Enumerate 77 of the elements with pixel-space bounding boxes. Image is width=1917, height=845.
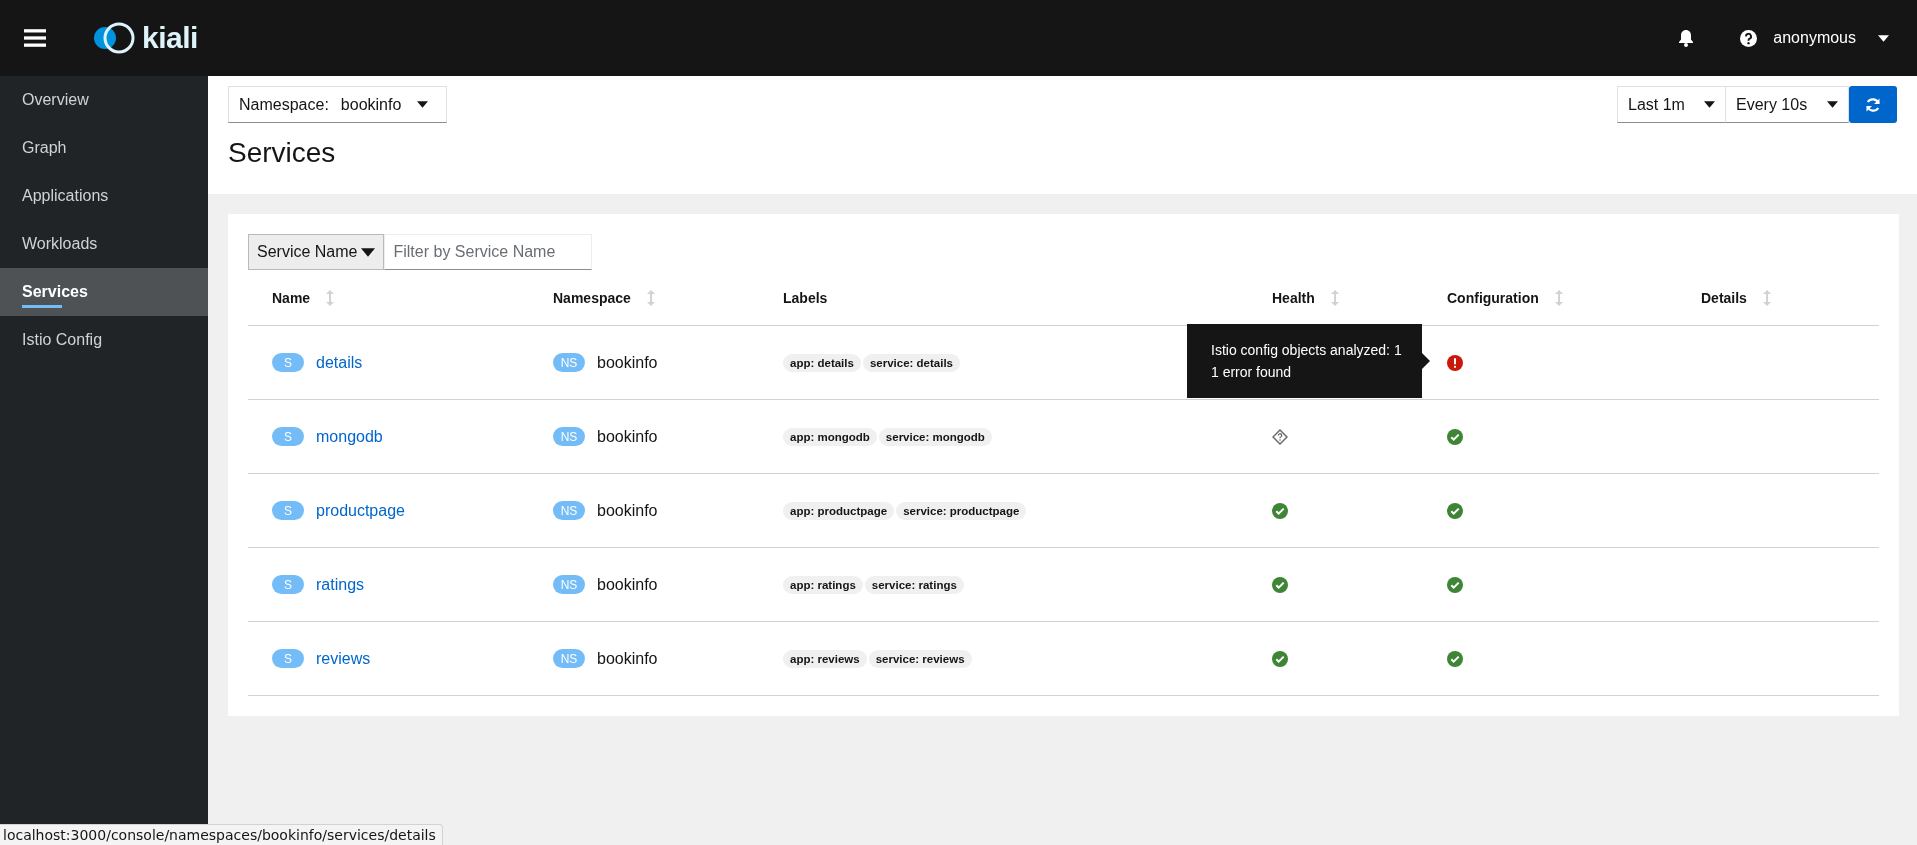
caret-icon <box>1704 101 1715 108</box>
refresh-interval-dropdown[interactable]: Every 10s <box>1726 86 1849 123</box>
sort-icon[interactable] <box>1554 289 1563 306</box>
error-icon <box>1447 354 1463 371</box>
check-icon <box>1272 576 1288 593</box>
sort-icon[interactable] <box>326 289 335 306</box>
label-chip: service: mongodb <box>878 427 992 446</box>
namespace-text: bookinfo <box>597 427 658 446</box>
column-header[interactable]: Labels <box>783 289 828 306</box>
label-chip: app: reviews <box>783 649 867 668</box>
service-link[interactable]: details <box>316 353 363 372</box>
namespace-text: bookinfo <box>597 649 658 668</box>
label-chip: app: details <box>783 353 861 372</box>
service-badge: S <box>272 427 304 446</box>
namespace-dropdown[interactable]: Namespace: bookinfo <box>228 86 447 123</box>
caret-icon <box>361 247 376 257</box>
service-badge: S <box>272 575 304 594</box>
check-icon <box>1447 428 1463 445</box>
service-badge: S <box>272 353 304 372</box>
page-title: Services <box>228 137 337 169</box>
status-url: localhost:3000/console/namespaces/bookinfo/services/details <box>0 824 443 845</box>
nav-item[interactable]: Overview <box>0 76 208 124</box>
nav-item[interactable]: Services <box>0 268 208 316</box>
namespace-text: bookinfo <box>597 353 658 372</box>
check-icon <box>1272 650 1288 667</box>
check-icon <box>1447 502 1463 519</box>
nav-item[interactable]: Istio Config <box>0 316 208 364</box>
help-icon[interactable] <box>1740 29 1758 47</box>
service-link[interactable]: reviews <box>316 649 371 668</box>
time-range-dropdown[interactable]: Last 1m <box>1617 86 1726 123</box>
namespace-text: bookinfo <box>597 575 658 594</box>
filter-type-dropdown[interactable]: Service Name <box>248 234 385 270</box>
namespace-badge: NS <box>553 649 585 668</box>
bell-icon[interactable] <box>1678 29 1695 47</box>
namespace-badge: NS <box>553 353 585 372</box>
tooltip-text: 1 error found <box>1211 364 1293 380</box>
nav-item[interactable]: Applications <box>0 172 208 220</box>
menu-icon[interactable] <box>24 29 46 47</box>
filter-input[interactable]: Filter by Service Name <box>384 234 593 270</box>
namespace-badge: NS <box>553 427 585 446</box>
label-chip: app: mongodb <box>783 427 877 446</box>
service-link[interactable]: productpage <box>316 501 405 520</box>
label-chip: service: productpage <box>896 501 1027 520</box>
caret-icon <box>1878 34 1889 42</box>
unknown-icon <box>1272 428 1288 445</box>
caret-icon <box>417 101 428 108</box>
user-menu[interactable]: anonymous <box>1773 29 1889 47</box>
label-chip: service: reviews <box>868 649 972 668</box>
column-header[interactable]: Name <box>272 289 311 306</box>
label-chip: service: details <box>862 353 960 372</box>
nav-item[interactable]: Graph <box>0 124 208 172</box>
sort-icon[interactable] <box>1762 289 1771 306</box>
namespace-text: bookinfo <box>597 501 658 520</box>
namespace-badge: NS <box>553 575 585 594</box>
namespace-badge: NS <box>553 501 585 520</box>
label-chip: service: ratings <box>864 575 964 594</box>
check-icon <box>1447 650 1463 667</box>
service-badge: S <box>272 501 304 520</box>
service-badge: S <box>272 649 304 668</box>
refresh-icon <box>1865 96 1881 113</box>
brand-name: kiali <box>142 21 198 55</box>
tooltip-text: Istio config objects analyzed: 1 <box>1211 342 1403 358</box>
column-header[interactable]: Namespace <box>553 289 631 306</box>
label-chip: app: productpage <box>783 501 895 520</box>
nav-item[interactable]: Workloads <box>0 220 208 268</box>
service-link[interactable]: mongodb <box>316 427 383 446</box>
sort-icon[interactable] <box>646 289 655 306</box>
column-header[interactable]: Configuration <box>1447 289 1539 306</box>
column-header[interactable]: Details <box>1701 289 1747 306</box>
check-icon <box>1447 576 1463 593</box>
caret-icon <box>1827 101 1838 108</box>
sort-icon[interactable] <box>1330 289 1339 306</box>
service-link[interactable]: ratings <box>316 575 365 594</box>
column-header[interactable]: Health <box>1272 289 1315 306</box>
label-chip: app: ratings <box>783 575 863 594</box>
check-icon <box>1272 502 1288 519</box>
refresh-button[interactable] <box>1849 86 1897 123</box>
